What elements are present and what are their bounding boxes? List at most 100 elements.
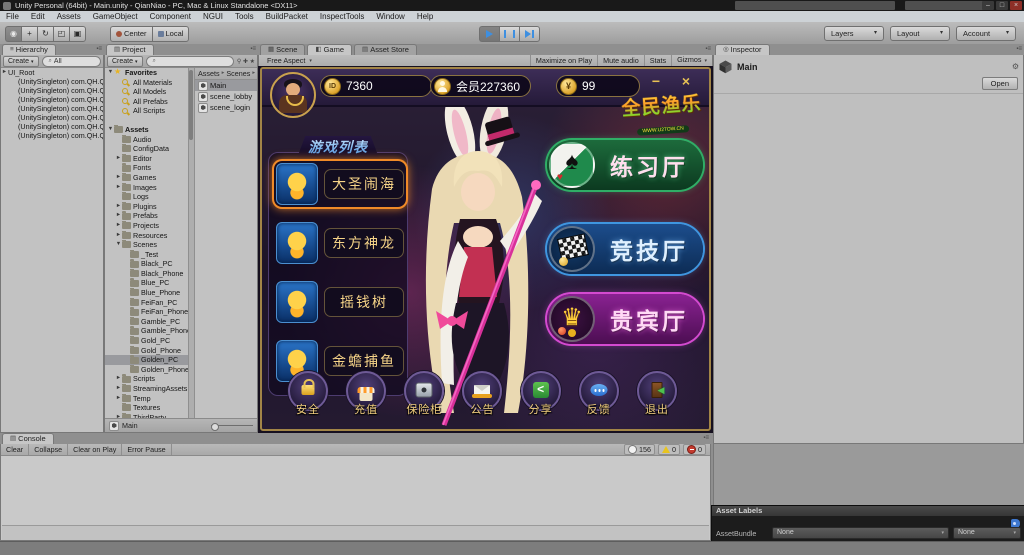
project-tree-row[interactable]: Assets [105, 125, 188, 135]
menu-item[interactable]: InspectTools [314, 11, 370, 22]
project-tree-row[interactable]: Temp [105, 394, 188, 404]
hierarchy-row[interactable]: (UnitySingleton) com.QH.QPGam [1, 122, 103, 131]
scale-tool-button[interactable]: ◰ [53, 26, 69, 42]
assetbundle-dropdown[interactable]: None [772, 527, 949, 539]
panel-menu-icon[interactable]: ▪≡ [705, 46, 711, 52]
scrollbar-thumb[interactable] [189, 70, 193, 140]
hierarchy-row[interactable]: (UnitySingleton) com.QH.QPGam [1, 113, 103, 122]
breadcrumb-current[interactable]: Scenes [226, 68, 250, 79]
menu-item[interactable]: Tools [229, 11, 260, 22]
console-clear-button[interactable]: Clear [1, 444, 29, 455]
stats-toggle[interactable]: Stats [644, 55, 671, 66]
console-detail-area[interactable] [2, 526, 709, 540]
pan-tool-button[interactable]: ◉ [5, 26, 21, 42]
panel-menu-icon[interactable]: ▪≡ [703, 435, 709, 441]
expand-arrow-icon[interactable] [115, 154, 122, 164]
error-count-badge[interactable]: 0 [683, 444, 706, 455]
hierarchy-row[interactable]: (UnitySingleton) com.QH.QPGam [1, 104, 103, 113]
project-tree-row[interactable]: Images [105, 183, 188, 193]
project-tree-row[interactable]: Favorites [105, 68, 188, 78]
tab-hierarchy[interactable]: ≡Hierarchy [2, 44, 56, 55]
project-tree-row[interactable]: Gamble_PC [105, 317, 188, 327]
expand-arrow-icon[interactable] [115, 384, 122, 394]
hierarchy-row[interactable]: (UnitySingleton) com.QH.QPGam [1, 86, 103, 95]
project-tree-row[interactable]: Resources [105, 231, 188, 241]
step-button[interactable] [519, 26, 540, 42]
game-list-item[interactable]: 摇钱树 [274, 279, 406, 325]
game-thumbnail-icon[interactable] [276, 222, 318, 264]
project-create-button[interactable]: Create [107, 56, 143, 67]
move-tool-button[interactable]: + [21, 26, 37, 42]
game-list-item[interactable]: 东方神龙 [274, 220, 406, 266]
expand-arrow-icon[interactable] [115, 173, 122, 183]
project-tree-row[interactable]: FeiFan_Phone [105, 307, 188, 317]
panel-menu-icon[interactable]: ▪≡ [250, 46, 256, 52]
expand-arrow-icon[interactable] [115, 221, 122, 231]
menu-item[interactable]: File [0, 11, 25, 22]
layers-dropdown[interactable]: Layers [824, 26, 884, 41]
project-tree-row[interactable]: All Models [105, 87, 188, 97]
dock-button[interactable]: 公告 [460, 369, 504, 425]
hierarchy-row[interactable]: (UnitySingleton) com.QH.QPGam [1, 95, 103, 104]
hierarchy-row[interactable]: (UnitySingleton) com.QH.QPGam [1, 131, 103, 140]
project-tree-row[interactable]: Logs [105, 192, 188, 202]
menu-item[interactable]: Assets [51, 11, 87, 22]
hall-button[interactable]: 练习厅 [547, 140, 703, 190]
tab-scene[interactable]: ▦Scene [260, 44, 305, 55]
project-tree-row[interactable]: Gold_Phone [105, 346, 188, 356]
hall-button[interactable]: 竞技厅 [547, 224, 703, 274]
project-tree-row[interactable]: StreamingAssets [105, 384, 188, 394]
hall-button[interactable]: 贵宾厅 [547, 294, 703, 344]
search-filter-icons[interactable]: ⚲ ✚ ★ [237, 58, 255, 65]
project-tree-row[interactable]: Projects [105, 221, 188, 231]
expand-arrow-icon[interactable] [107, 125, 114, 135]
pivot-center-button[interactable]: Center [110, 26, 152, 42]
panel-menu-icon[interactable]: ▪≡ [96, 46, 102, 52]
game-thumbnail-icon[interactable] [276, 281, 318, 323]
expand-arrow-icon[interactable] [1, 68, 8, 77]
project-search-input[interactable]: ⌕ [146, 56, 234, 67]
expand-arrow-icon[interactable] [115, 374, 122, 384]
tab-inspector[interactable]: ◎Inspector [715, 44, 770, 55]
window-maximize-button[interactable]: □ [996, 1, 1008, 10]
project-tree-row[interactable]: FeiFan_PC [105, 298, 188, 308]
dock-button[interactable]: 保险柜 [402, 369, 446, 425]
hierarchy-search-field[interactable] [54, 58, 94, 65]
project-tree-row[interactable]: Plugins [105, 202, 188, 212]
menu-item[interactable]: Window [370, 11, 410, 22]
expand-arrow-icon[interactable] [107, 68, 114, 78]
console-log-area[interactable] [2, 466, 709, 526]
project-tree-row[interactable]: Black_PC [105, 259, 188, 269]
project-tree-row[interactable]: Scripts [105, 374, 188, 384]
project-tree-row[interactable]: Textures [105, 403, 188, 413]
gear-icon[interactable]: ⚙ [1012, 62, 1019, 71]
aspect-ratio-dropdown[interactable]: Free Aspect [259, 55, 320, 66]
console-clear-on-play-button[interactable]: Clear on Play [68, 444, 122, 455]
project-tree-row[interactable]: Blue_Phone [105, 288, 188, 298]
tab-game[interactable]: ◧Game [307, 44, 352, 55]
file-row[interactable]: Main [195, 80, 257, 91]
menu-item[interactable]: NGUI [197, 11, 229, 22]
rect-tool-button[interactable]: ▣ [69, 26, 86, 42]
lobby-close-button[interactable]: × [677, 74, 695, 90]
dock-button[interactable]: 分享 [519, 369, 563, 425]
menu-item[interactable]: GameObject [87, 11, 144, 22]
project-tree-row[interactable]: Audio [105, 135, 188, 145]
project-tree-row[interactable]: Gamble_Phone [105, 326, 188, 336]
panel-menu-icon[interactable]: ▪≡ [1016, 46, 1022, 52]
dock-button[interactable]: 安全 [286, 369, 330, 425]
warning-count-badge[interactable]: 0 [658, 444, 680, 455]
project-tree-row[interactable]: Black_Phone [105, 269, 188, 279]
dock-button[interactable]: 充值 [344, 369, 388, 425]
expand-arrow-icon[interactable] [115, 183, 122, 193]
dock-button[interactable]: 反馈 [577, 369, 621, 425]
account-dropdown[interactable]: Account [956, 26, 1016, 41]
expand-arrow-icon[interactable] [115, 211, 122, 221]
game-thumbnail-icon[interactable] [276, 163, 318, 205]
info-count-badge[interactable]: 156 [624, 444, 655, 455]
hierarchy-search-input[interactable]: ⌕ [42, 56, 101, 67]
slider-knob[interactable] [211, 423, 219, 431]
expand-arrow-icon[interactable] [115, 202, 122, 212]
project-tree-row[interactable]: Blue_PC [105, 278, 188, 288]
project-tree-row[interactable]: All Scripts [105, 106, 188, 116]
